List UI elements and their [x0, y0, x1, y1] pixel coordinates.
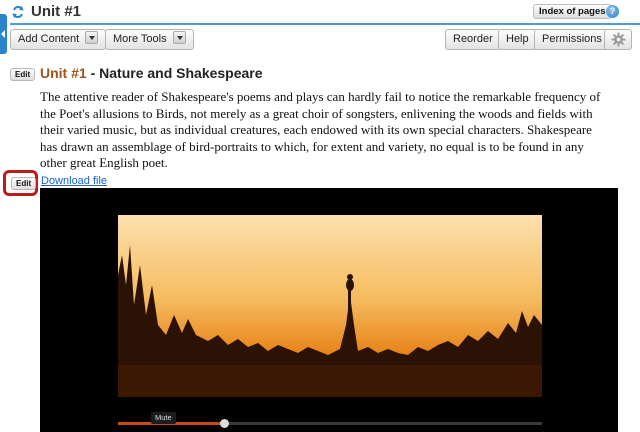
more-tools-label: More Tools: [113, 33, 167, 45]
help-icon[interactable]: ?: [606, 5, 619, 18]
section-title-text: - Nature and Shakespeare: [86, 65, 263, 81]
video-frame-image: [118, 215, 542, 397]
side-panel-toggle[interactable]: [0, 14, 7, 54]
page-title: Unit #1: [31, 3, 82, 20]
mute-tooltip: Mute: [151, 412, 176, 424]
chevron-down-icon: [85, 31, 99, 44]
edit-media-button[interactable]: Edit: [11, 177, 37, 190]
section-title-unit: Unit #1: [40, 65, 87, 81]
edit-section-button[interactable]: Edit: [10, 68, 36, 81]
section-title: Unit #1 - Nature and Shakespeare: [40, 65, 263, 81]
video-progress-bar[interactable]: [118, 419, 542, 428]
index-of-pages-button[interactable]: Index of pages: [533, 4, 612, 19]
refresh-icon[interactable]: [11, 5, 25, 19]
video-progress-handle[interactable]: [220, 419, 229, 428]
page-title-bar: Unit #1 Index of pages ?: [10, 0, 640, 25]
add-content-label: Add Content: [18, 33, 80, 45]
reorder-button[interactable]: Reorder: [445, 29, 501, 50]
settings-button[interactable]: [604, 29, 632, 50]
add-content-button[interactable]: Add Content: [10, 29, 107, 50]
highlighted-edit-callout: Edit: [3, 170, 38, 196]
video-player[interactable]: Mute: [40, 188, 618, 432]
gear-icon: [611, 32, 626, 47]
permissions-button[interactable]: Permissions: [534, 29, 610, 50]
section-body: The attentive reader of Shakespeare's po…: [40, 89, 601, 170]
chevron-down-icon: [172, 31, 186, 44]
more-tools-button[interactable]: More Tools: [105, 29, 194, 50]
toolbar: Add Content More Tools Reorder Help Perm…: [8, 27, 632, 53]
help-button[interactable]: Help: [498, 29, 537, 50]
download-file-link[interactable]: Download file: [41, 175, 107, 187]
